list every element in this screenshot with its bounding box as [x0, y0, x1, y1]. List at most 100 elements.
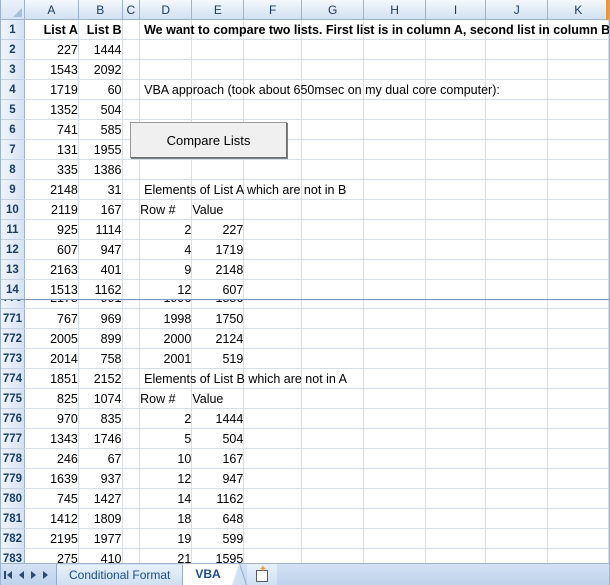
column-header-d[interactable]: D [139, 0, 193, 20]
cell-H781[interactable] [363, 508, 426, 529]
cell-H5[interactable] [363, 99, 426, 120]
cell-A8[interactable]: 335 [24, 159, 79, 180]
cell-F3[interactable] [243, 59, 302, 80]
cell-J773[interactable] [485, 348, 549, 369]
cell-J14[interactable] [485, 279, 549, 300]
cell-I6[interactable] [425, 119, 487, 140]
cell-G773[interactable] [301, 348, 365, 369]
cell-J781[interactable] [485, 508, 549, 529]
cell-C12[interactable] [122, 239, 141, 260]
cell-A778[interactable]: 246 [24, 448, 79, 469]
cell-I2[interactable] [425, 39, 487, 60]
cell-C778[interactable] [122, 448, 141, 469]
cell-J3[interactable] [485, 59, 549, 80]
cell-A4[interactable]: 1719 [24, 79, 79, 100]
cell-F10[interactable] [243, 199, 302, 220]
cell-G778[interactable] [301, 448, 365, 469]
cell-G771[interactable] [301, 308, 365, 329]
row-header-9[interactable]: 9 [1, 179, 25, 200]
cell-C13[interactable] [122, 259, 141, 280]
cell-B13[interactable]: 401 [78, 259, 123, 280]
cell-I773[interactable] [425, 348, 487, 369]
cell-G8[interactable] [301, 159, 365, 180]
cell-B1[interactable]: List B [78, 19, 123, 40]
cell-B3[interactable]: 2092 [78, 59, 123, 80]
cell-C9[interactable] [122, 179, 141, 200]
cell-D779[interactable]: 12 [139, 468, 193, 489]
cell-E773[interactable]: 519 [191, 348, 245, 369]
column-header-j[interactable]: J [485, 0, 549, 20]
next-sheet-icon[interactable] [31, 570, 36, 579]
cell-K4[interactable] [547, 79, 609, 100]
cell-B775[interactable]: 1074 [78, 388, 123, 409]
cell-D777[interactable]: 5 [139, 428, 193, 449]
cell-D781[interactable]: 18 [139, 508, 193, 529]
worksheet-grid[interactable]: ABCDEFGHIJK 1 List A List B We want to comp… [1, 0, 609, 569]
cell-H14[interactable] [363, 279, 426, 300]
cell-C4[interactable] [122, 79, 141, 100]
cell-A770[interactable]: 2178 [24, 299, 79, 309]
cell-A774[interactable]: 1851 [24, 368, 79, 389]
cell-D12[interactable]: 4 [139, 239, 193, 260]
cell-D4[interactable]: VBA approach (took about 650msec on my d… [139, 79, 500, 100]
cell-D774[interactable]: Elements of List B which are not in A [139, 368, 347, 389]
row-header-5[interactable]: 5 [1, 99, 25, 120]
cell-F770[interactable] [243, 299, 302, 309]
cell-B781[interactable]: 1809 [78, 508, 123, 529]
row-header-775[interactable]: 775 [1, 388, 25, 409]
cell-K11[interactable] [547, 219, 609, 240]
cell-J8[interactable] [485, 159, 549, 180]
cell-H13[interactable] [363, 259, 426, 280]
cell-I3[interactable] [425, 59, 487, 80]
cell-K780[interactable] [547, 488, 609, 509]
cell-D10[interactable]: Row # [139, 199, 193, 220]
cell-J9[interactable] [485, 179, 549, 200]
row-header-10[interactable]: 10 [1, 199, 25, 220]
cell-E780[interactable]: 1162 [191, 488, 245, 509]
cell-I770[interactable] [425, 299, 487, 309]
column-header-a[interactable]: A [24, 0, 79, 20]
row-header-773[interactable]: 773 [1, 348, 25, 369]
cell-H2[interactable] [363, 39, 426, 60]
cell-E3[interactable] [191, 59, 245, 80]
cell-G780[interactable] [301, 488, 365, 509]
cell-H780[interactable] [363, 488, 426, 509]
cell-B7[interactable]: 1955 [78, 139, 123, 160]
last-sheet-icon[interactable] [43, 570, 48, 579]
compare-lists-button[interactable]: Compare Lists [130, 122, 287, 158]
cell-C2[interactable] [122, 39, 141, 60]
cell-D5[interactable] [139, 99, 193, 120]
cell-C777[interactable] [122, 428, 141, 449]
cell-C781[interactable] [122, 508, 141, 529]
cell-B771[interactable]: 969 [78, 308, 123, 329]
cell-F8[interactable] [243, 159, 302, 180]
cell-H776[interactable] [363, 408, 426, 429]
cell-J776[interactable] [485, 408, 549, 429]
cell-D8[interactable] [139, 159, 193, 180]
cell-A772[interactable]: 2005 [24, 328, 79, 349]
cell-B5[interactable]: 504 [78, 99, 123, 120]
cell-K779[interactable] [547, 468, 609, 489]
row-header-14[interactable]: 14 [1, 279, 25, 300]
cell-C775[interactable] [122, 388, 141, 409]
cell-K773[interactable] [547, 348, 609, 369]
cell-F5[interactable] [243, 99, 302, 120]
cell-G6[interactable] [301, 119, 365, 140]
row-header-779[interactable]: 779 [1, 468, 25, 489]
cell-F13[interactable] [243, 259, 302, 280]
cell-H773[interactable] [363, 348, 426, 369]
cell-J7[interactable] [485, 139, 549, 160]
cell-J11[interactable] [485, 219, 549, 240]
row-header-8[interactable]: 8 [1, 159, 25, 180]
cell-B778[interactable]: 67 [78, 448, 123, 469]
cell-K5[interactable] [547, 99, 609, 120]
cell-B11[interactable]: 1114 [78, 219, 123, 240]
cell-I13[interactable] [425, 259, 487, 280]
cell-D775[interactable]: Row # [139, 388, 193, 409]
cell-A781[interactable]: 1412 [24, 508, 79, 529]
cell-A6[interactable]: 741 [24, 119, 79, 140]
cell-I774[interactable] [425, 368, 487, 389]
cell-H771[interactable] [363, 308, 426, 329]
cell-K3[interactable] [547, 59, 609, 80]
previous-sheet-icon[interactable] [19, 570, 24, 579]
